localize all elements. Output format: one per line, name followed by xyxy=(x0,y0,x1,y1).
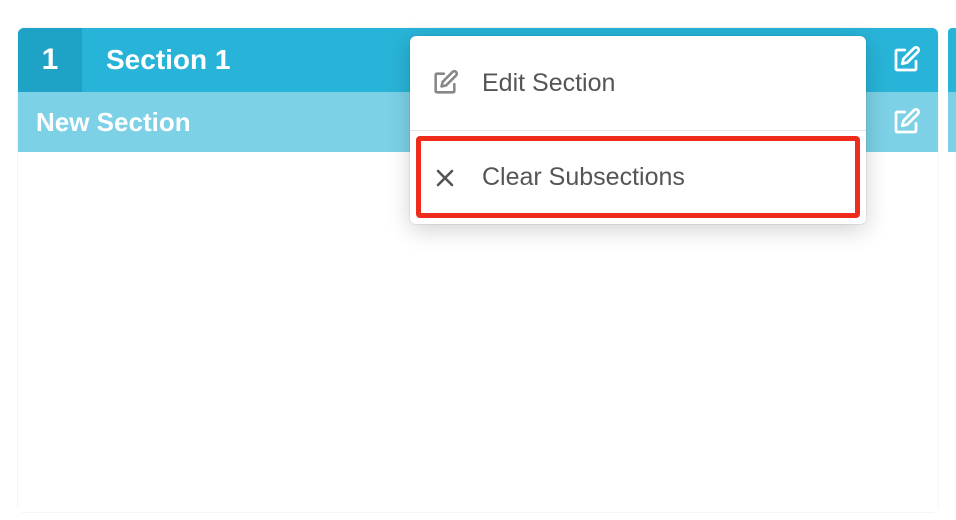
menu-item-edit-section[interactable]: Edit Section xyxy=(410,36,866,130)
section-number-box: 1 xyxy=(18,28,82,92)
edit-icon xyxy=(891,45,921,75)
section-number: 1 xyxy=(42,43,59,77)
subsection-title: New Section xyxy=(36,107,191,138)
menu-item-label: Clear Subsections xyxy=(482,163,685,192)
section-title: Section 1 xyxy=(106,44,230,76)
subsection-edit-button[interactable] xyxy=(874,92,938,152)
menu-item-clear-subsections[interactable]: Clear Subsections xyxy=(410,130,866,224)
section-menu-dropdown: Edit Section Clear Subsections xyxy=(410,36,866,224)
close-icon xyxy=(430,163,460,193)
menu-item-label: Edit Section xyxy=(482,69,615,98)
section-edit-button[interactable] xyxy=(874,28,938,92)
adjacent-panel-sliver xyxy=(948,28,956,152)
edit-icon xyxy=(430,68,460,98)
edit-icon xyxy=(891,107,921,137)
